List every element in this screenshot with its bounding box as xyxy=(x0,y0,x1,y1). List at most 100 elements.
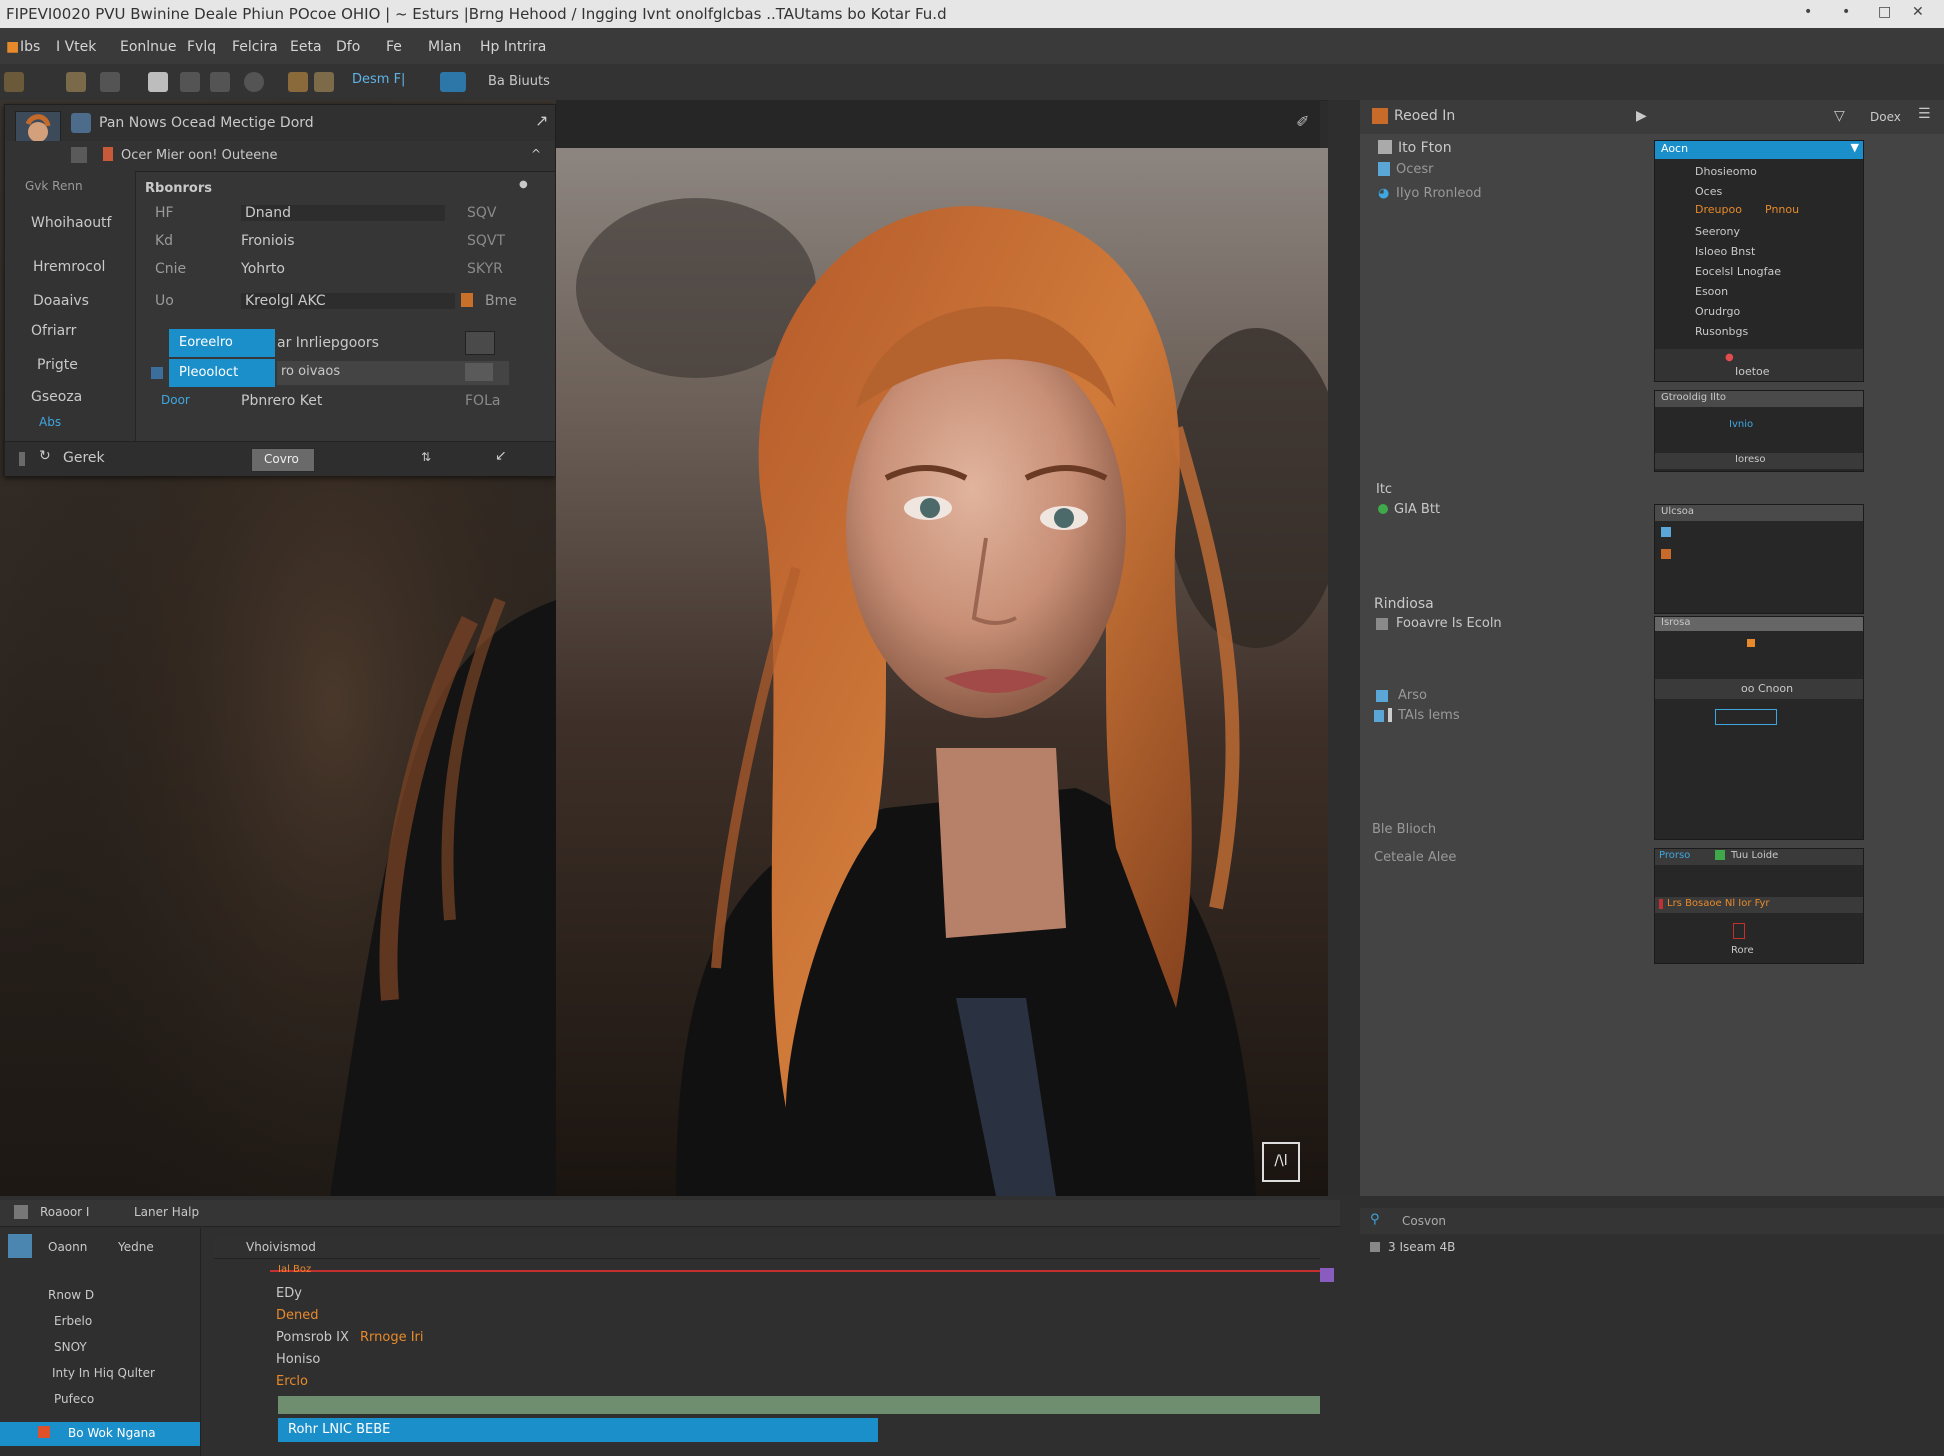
timeline-item-4[interactable]: Erclo xyxy=(276,1374,308,1389)
menu-item-8[interactable]: Mlan xyxy=(428,39,461,55)
menu-item-6[interactable]: Dfo xyxy=(336,39,360,55)
dropdown-item-6[interactable]: Esoon xyxy=(1695,285,1728,298)
mode-selector[interactable]: Desm F| xyxy=(352,72,405,87)
dropdown-item-4[interactable]: Isloeo Bnst xyxy=(1695,245,1755,258)
dropdown-list[interactable]: Aocn ▼ Dhosieomo Oces Dreupoo Pnnou Seer… xyxy=(1654,140,1864,382)
menu-icon[interactable]: ☰ xyxy=(1918,106,1931,122)
layers-tab-0[interactable]: Oaonn xyxy=(48,1240,87,1254)
menu-item-0[interactable]: Ibs xyxy=(20,39,40,55)
circle-tool-icon[interactable] xyxy=(244,72,264,92)
tree-item-4[interactable]: GIA Btt xyxy=(1394,502,1440,517)
menu-item-5[interactable]: Eeta xyxy=(290,39,322,55)
timeline-purple-icon[interactable] xyxy=(1320,1268,1334,1282)
layer-item-4[interactable]: Pufeco xyxy=(54,1392,94,1406)
checkbox-icon[interactable] xyxy=(151,367,163,379)
move-tool-icon[interactable] xyxy=(4,72,24,92)
close-button[interactable]: ✕ xyxy=(1912,4,1924,20)
tree-item-1[interactable]: Ocesr xyxy=(1396,162,1434,177)
image-icon[interactable] xyxy=(440,72,466,92)
layers-panel-icon[interactable] xyxy=(8,1234,32,1258)
eye-icon[interactable] xyxy=(465,363,493,381)
menu-item-4[interactable]: Felcira xyxy=(232,39,278,55)
property-row-3[interactable]: Uo Kreolgl AKC Bme xyxy=(155,293,535,319)
sidebar-item-5[interactable]: Gseoza xyxy=(31,389,82,405)
color-swatch-icon[interactable] xyxy=(461,293,473,307)
dropdown-item-3[interactable]: Seerony xyxy=(1695,225,1740,238)
dropdown-item-0[interactable]: Dhosieomo xyxy=(1695,165,1757,178)
dropdown-item-7[interactable]: Orudrgo xyxy=(1695,305,1740,318)
dropdown-item-5[interactable]: Eocelsl Lnogfae xyxy=(1695,265,1781,278)
edit-pen-icon[interactable]: ✐ xyxy=(1296,112,1309,131)
sidebar-item-2[interactable]: Doaaivs xyxy=(33,293,89,309)
edit-icon[interactable]: ↙ xyxy=(495,448,507,464)
refresh-icon[interactable] xyxy=(71,113,91,133)
dropdown-selected[interactable]: Aocn ▼ xyxy=(1655,141,1863,159)
tree-item-3[interactable]: Itc xyxy=(1376,482,1392,497)
tree-item-6[interactable]: Fooavre Is Ecoln xyxy=(1396,616,1502,631)
layer-item-3[interactable]: Inty In Hiq Qulter xyxy=(52,1366,155,1380)
pin-icon[interactable]: ↗ xyxy=(535,111,548,130)
selected-item-0[interactable]: Eoreelro xyxy=(169,329,275,357)
property-row-1[interactable]: Kd Froniois SQVT xyxy=(155,233,535,259)
crop-icon[interactable] xyxy=(210,72,230,92)
sidebar-item-3[interactable]: Ofriarr xyxy=(31,323,76,339)
maximize-button[interactable]: □ xyxy=(1878,4,1891,20)
tree-item-7[interactable]: Arso xyxy=(1398,688,1427,703)
timeline-clip[interactable]: Rohr LNIC BEBE xyxy=(278,1418,878,1442)
panel-splitter[interactable] xyxy=(1328,100,1360,1208)
tree-item-10[interactable]: Ceteale Alee xyxy=(1374,850,1456,865)
layer-item-0[interactable]: Rnow D xyxy=(48,1288,94,1302)
layer-item-selected[interactable]: Bo Wok Ngana xyxy=(0,1422,200,1446)
timeline-item-0[interactable]: EDy xyxy=(276,1286,302,1301)
search-bar[interactable]: ⚲ Cosvon xyxy=(1360,1208,1944,1234)
layer-item-2[interactable]: SNOY xyxy=(54,1340,87,1354)
minimize-button[interactable]: • xyxy=(1804,4,1812,20)
sidebar-item-1[interactable]: Hremrocol xyxy=(33,259,105,275)
sidebar-item-0[interactable]: Whoihaoutf xyxy=(31,215,111,231)
timeline-green-track[interactable] xyxy=(278,1396,1320,1414)
settings-icon[interactable] xyxy=(465,331,495,355)
tree-item-9[interactable]: Ble Blioch xyxy=(1372,822,1436,837)
menu-item-1[interactable]: I Vtek xyxy=(56,39,96,55)
timeline-item-3[interactable]: Honiso xyxy=(276,1352,320,1367)
tree-item-0[interactable]: Ito Fton xyxy=(1398,140,1452,156)
reload-icon[interactable]: ↻ xyxy=(39,448,51,464)
chevron-up-icon[interactable]: ^ xyxy=(531,147,541,161)
property-row-extra[interactable]: Door Pbnrero Ket FOLa xyxy=(155,393,535,419)
sidebar-item-6[interactable]: Abs xyxy=(39,415,61,429)
brush-icon[interactable] xyxy=(180,72,200,92)
tree-item-5[interactable]: Rindiosa xyxy=(1374,596,1434,612)
menu-item-7[interactable]: Fe xyxy=(386,39,402,55)
tree-item-8[interactable]: TAls Iems xyxy=(1398,708,1460,723)
timeline-item-1[interactable]: Dened xyxy=(276,1308,319,1323)
image-canvas[interactable]: /\l xyxy=(556,148,1328,1196)
layers-tab-1[interactable]: Yedne xyxy=(118,1240,154,1254)
property-row-2[interactable]: Cnie Yohrto SKYR xyxy=(155,261,535,287)
sidebar-item-4[interactable]: Prigte xyxy=(37,357,78,373)
apply-button[interactable]: Covro xyxy=(251,448,315,472)
pause-icon[interactable] xyxy=(19,452,25,466)
lock-toggle-icon[interactable]: ⇅ xyxy=(421,450,431,464)
menu-item-3[interactable]: Fvlq xyxy=(187,39,216,55)
filter-icon[interactable]: ▽ xyxy=(1834,108,1845,124)
link-icon[interactable] xyxy=(71,147,87,163)
tree-item-2[interactable]: IIyo Rronleod xyxy=(1396,186,1482,201)
document-icon[interactable] xyxy=(148,72,168,92)
eyedropper-icon[interactable] xyxy=(314,72,334,92)
layer-item-1[interactable]: Erbelo xyxy=(54,1314,92,1328)
app-menu-icon[interactable]: ■ xyxy=(6,39,19,55)
dropdown-item-2[interactable]: Dreupoo xyxy=(1695,203,1742,216)
timeline-item-2[interactable]: Pomsrob IX xyxy=(276,1330,349,1345)
property-row-0[interactable]: HF Dnand SQV xyxy=(155,205,535,231)
lock-icon[interactable] xyxy=(66,72,86,92)
layer-icon[interactable] xyxy=(100,72,120,92)
subpanel-3-range[interactable] xyxy=(1715,709,1777,725)
dropdown-item-8[interactable]: Rusonbgs xyxy=(1695,325,1748,338)
layer-properties-panel: Pan Nows Ocead Mectige Dord ↗ Ocer Mier … xyxy=(4,104,556,476)
menu-item-2[interactable]: Eonlnue xyxy=(120,39,177,55)
dropdown-item-1[interactable]: Oces xyxy=(1695,185,1722,198)
selected-item-1[interactable]: Pleooloct xyxy=(169,359,275,387)
pen-icon[interactable] xyxy=(288,72,308,92)
restore-button[interactable]: • xyxy=(1842,4,1850,20)
menu-item-9[interactable]: Hp Intrira xyxy=(480,39,546,55)
